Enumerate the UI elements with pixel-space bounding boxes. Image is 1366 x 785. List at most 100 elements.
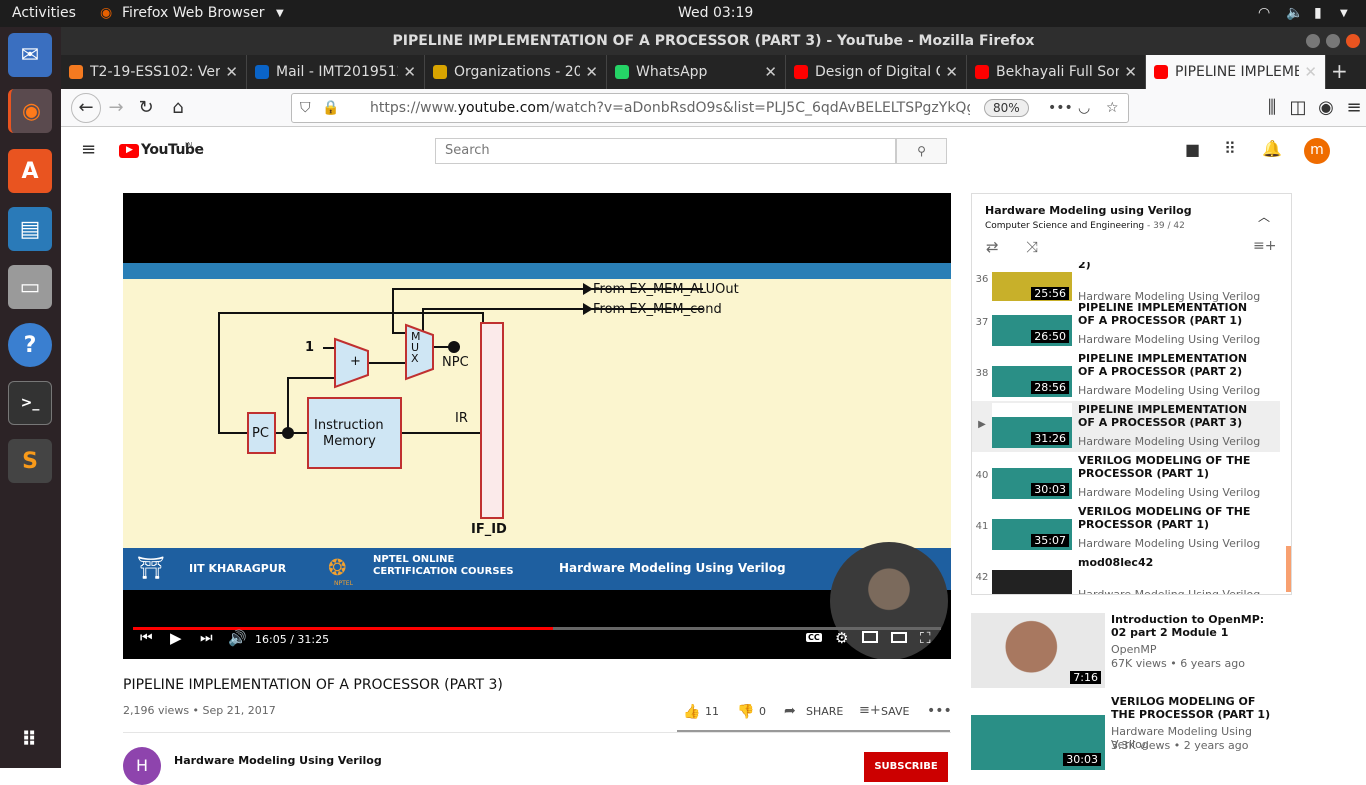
account-icon[interactable]: ◉ <box>1315 97 1337 119</box>
system-menu-arrow-icon[interactable]: ▼ <box>1340 8 1348 19</box>
tab-4[interactable]: WhatsApp ✕ <box>607 55 786 89</box>
shuffle-icon[interactable]: ⤨ <box>1026 238 1038 256</box>
playlist-thumbnail[interactable]: 25:56 <box>992 262 1072 303</box>
battery-icon[interactable]: ▮ <box>1314 5 1322 21</box>
playlist-thumbnail[interactable]: 28:56 <box>992 352 1072 397</box>
close-tab-icon[interactable]: ✕ <box>1124 63 1137 81</box>
shield-icon[interactable]: ⛉ <box>300 94 311 122</box>
thunderbird-icon[interactable]: ✉ <box>8 33 52 77</box>
channel-name[interactable]: Hardware Modeling Using Verilog <box>174 754 382 767</box>
search-button[interactable]: ⚲ <box>896 138 947 164</box>
help-icon[interactable]: ? <box>8 323 52 367</box>
recommended-thumbnail[interactable]: 30:03 <box>971 695 1105 770</box>
playlist-scrollbar[interactable] <box>1286 546 1291 592</box>
close-tab-icon[interactable]: ✕ <box>1304 63 1317 81</box>
pocket-icon[interactable]: ◡ <box>1078 94 1090 122</box>
more-actions-icon[interactable]: ••• <box>927 703 952 719</box>
playlist-thumbnail[interactable]: 30:03 <box>992 454 1072 499</box>
zoom-level[interactable]: 80% <box>984 99 1029 117</box>
playlist-item-title[interactable]: PIPELINE IMPLEMENTATION OF A PROCESSOR (… <box>1078 352 1258 378</box>
close-window-icon[interactable] <box>1346 34 1360 48</box>
previous-icon[interactable]: ⏮ <box>140 630 153 646</box>
tab-5[interactable]: Design of Digital C ✕ <box>786 55 967 89</box>
channel-avatar[interactable]: H <box>123 747 161 785</box>
url-text[interactable]: https://www.youtube.com/watch?v=aDonbRsd… <box>370 94 970 122</box>
clock[interactable]: Wed 03:19 <box>678 5 753 21</box>
forward-icon[interactable]: → <box>105 97 127 119</box>
play-icon[interactable]: ▶ <box>170 629 182 647</box>
terminal-icon[interactable]: >_ <box>8 381 52 425</box>
miniplayer-icon[interactable] <box>862 631 878 643</box>
back-icon[interactable]: ← <box>71 93 101 123</box>
volume-icon[interactable]: 🔈 <box>1286 5 1303 21</box>
playlist-thumbnail[interactable]: 35:07 <box>992 505 1072 550</box>
playlist-item-title[interactable]: mod08lec42 <box>1078 556 1258 569</box>
close-tab-icon[interactable]: ✕ <box>403 63 416 81</box>
playlist-item[interactable]: ▶ 31:26 PIPELINE IMPLEMENTATION OF A PROCE… <box>972 401 1280 452</box>
bookmark-star-icon[interactable]: ☆ <box>1106 94 1119 122</box>
subscribe-button[interactable]: SUBSCRIBE <box>864 752 948 782</box>
lock-icon[interactable]: 🔒 <box>322 94 339 122</box>
notifications-bell-icon[interactable]: 🔔 <box>1262 139 1282 158</box>
tab-3[interactable]: Organizations - 20 ✕ <box>425 55 607 89</box>
playlist-title[interactable]: Hardware Modeling using Verilog <box>985 204 1192 217</box>
dislike-icon[interactable]: 👎 <box>737 704 754 720</box>
app-menu-arrow-icon[interactable]: ▼ <box>276 8 284 19</box>
sidebar-icon[interactable]: ◫ <box>1287 97 1309 119</box>
youtube-logo-text[interactable]: YouTube <box>141 142 204 158</box>
apps-grid-icon[interactable]: ⠿ <box>1224 139 1236 158</box>
tab-7[interactable]: PIPELINE IMPLEME ✕ <box>1146 55 1326 89</box>
close-tab-icon[interactable]: ✕ <box>585 63 598 81</box>
settings-gear-icon[interactable]: ⚙ <box>835 629 848 647</box>
close-tab-icon[interactable]: ✕ <box>945 63 958 81</box>
software-center-icon[interactable]: A <box>8 149 52 193</box>
playlist-item[interactable]: 42 mod08lec42 Hardware Modeling Using Veri… <box>972 554 1280 594</box>
maximize-icon[interactable] <box>1326 34 1340 48</box>
playlist-item-title[interactable]: VERILOG MODELING OF THE PROCESSOR (PART … <box>1078 505 1258 531</box>
playlist-item-title[interactable]: PIPELINE IMPLEMENTATION OF A PROCESSOR (… <box>1078 301 1258 327</box>
close-tab-icon[interactable]: ✕ <box>225 63 238 81</box>
loop-icon[interactable]: ⇄ <box>986 238 999 256</box>
recommended-video[interactable]: 30:03 VERILOG MODELING OF THE PROCESSOR (… <box>971 695 1291 771</box>
reload-icon[interactable]: ↻ <box>135 97 157 119</box>
app-menu[interactable]: Firefox Web Browser <box>122 5 265 21</box>
library-icon[interactable]: ⫼ <box>1261 97 1283 119</box>
dislike-count[interactable]: 0 <box>759 705 766 718</box>
playlist-item-title[interactable]: VERILOG MODELING OF THE PROCESSOR (PART … <box>1078 454 1258 480</box>
like-count[interactable]: 11 <box>705 705 719 718</box>
playlist-thumbnail[interactable] <box>992 556 1072 594</box>
tab-2[interactable]: Mail - IMT2019512 ✕ <box>247 55 425 89</box>
fullscreen-icon[interactable]: ⛶ <box>920 629 931 647</box>
volume-icon[interactable]: 🔊 <box>228 629 247 647</box>
recommended-title[interactable]: VERILOG MODELING OF THE PROCESSOR (PART … <box>1111 695 1281 721</box>
playlist-item[interactable]: 40 30:03 VERILOG MODELING OF THE PROCESSOR… <box>972 452 1280 503</box>
like-icon[interactable]: 👍 <box>683 704 700 720</box>
close-tab-icon[interactable]: ✕ <box>764 63 777 81</box>
playlist-item-title[interactable]: PIPELINE IMPLEMENTATION OF A PROCESSOR (… <box>1078 403 1258 429</box>
files-icon[interactable]: ▭ <box>8 265 52 309</box>
hamburger-menu-icon[interactable]: ≡ <box>1343 97 1365 119</box>
page-actions-icon[interactable]: ••• <box>1048 94 1073 122</box>
wifi-icon[interactable]: ◠ <box>1258 5 1270 21</box>
guide-menu-icon[interactable]: ≡ <box>81 139 96 160</box>
save-button[interactable]: SAVE <box>881 705 909 718</box>
captions-icon[interactable]: CC <box>806 633 822 642</box>
sublime-text-icon[interactable]: S <box>8 439 52 483</box>
collapse-chevron-icon[interactable]: ︿ <box>1258 208 1270 225</box>
playlist-thumbnail[interactable]: 26:50 <box>992 301 1072 346</box>
playlist-item[interactable]: 37 26:50 PIPELINE IMPLEMENTATION OF A PROC… <box>972 299 1280 350</box>
new-tab-icon[interactable]: + <box>1331 59 1348 83</box>
next-icon[interactable]: ⏭ <box>200 630 213 646</box>
playlist-item[interactable]: 41 35:07 VERILOG MODELING OF THE PROCESSOR… <box>972 503 1280 554</box>
add-to-queue-icon[interactable]: ≡+ <box>1253 238 1276 254</box>
create-video-icon[interactable]: ■ <box>1185 140 1200 159</box>
writer-icon[interactable]: ▤ <box>8 207 52 251</box>
firefox-dock-icon[interactable]: ◉ <box>8 89 52 133</box>
playlist-item-title[interactable]: 2) <box>1078 262 1258 271</box>
recommended-thumbnail[interactable]: 7:16 <box>971 613 1105 688</box>
recommended-video[interactable]: 7:16 Introduction to OpenMP: 02 part 2 Mo… <box>971 613 1291 689</box>
url-bar[interactable]: ⛉ 🔒 https://www.youtube.com/watch?v=aDon… <box>291 93 1129 123</box>
tab-6[interactable]: Bekhayali Full Son ✕ <box>967 55 1146 89</box>
minimize-icon[interactable] <box>1306 34 1320 48</box>
share-icon[interactable]: ➦ <box>784 703 796 719</box>
